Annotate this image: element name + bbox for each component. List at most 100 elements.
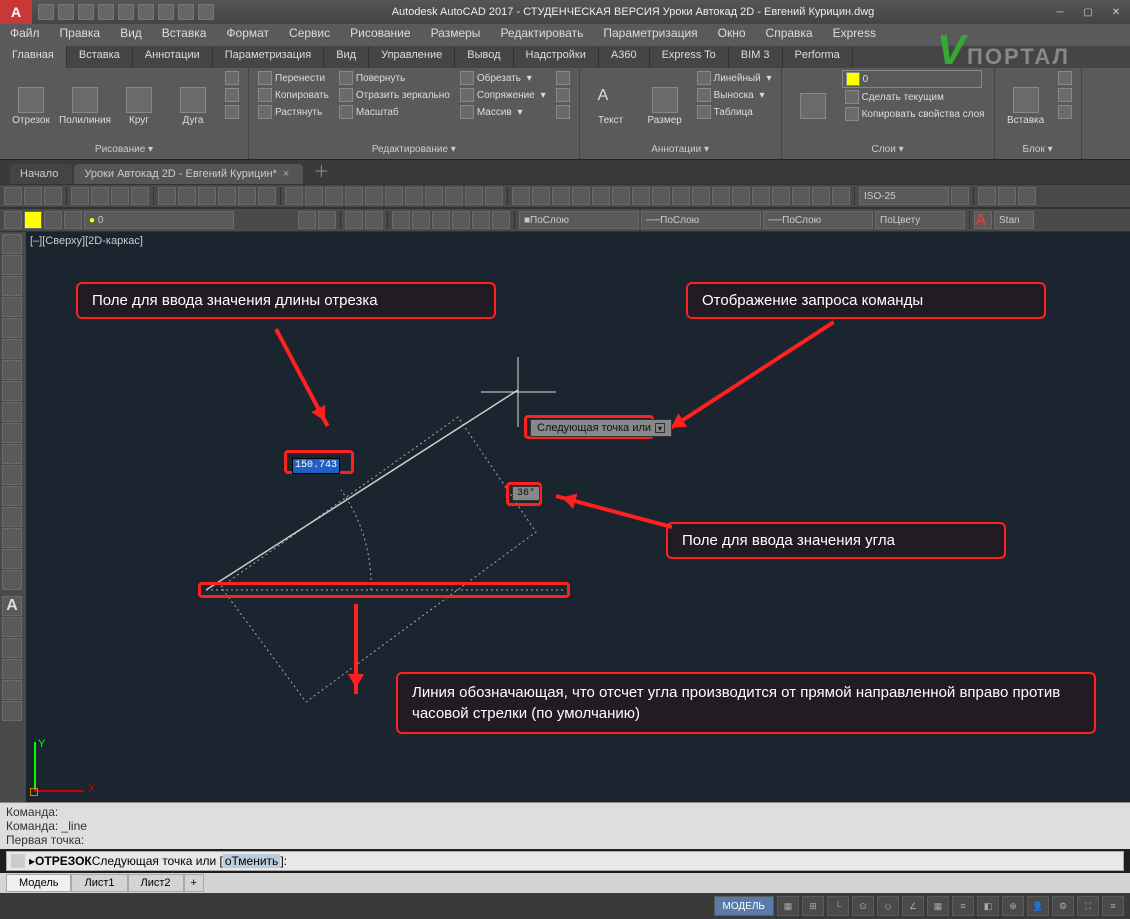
layout2-tab[interactable]: Лист2 bbox=[128, 874, 184, 892]
tbtn[interactable] bbox=[951, 187, 969, 205]
tbtn[interactable] bbox=[452, 211, 470, 229]
draw-small-2[interactable] bbox=[222, 87, 242, 103]
otrack-toggle[interactable]: ∠ bbox=[902, 896, 924, 916]
tbtn[interactable] bbox=[198, 187, 216, 205]
tbtn[interactable] bbox=[285, 187, 303, 205]
sb-btn[interactable]: ⛶ bbox=[1077, 896, 1099, 916]
tbtn[interactable] bbox=[672, 187, 690, 205]
palette-btn[interactable] bbox=[2, 297, 22, 317]
tbtn[interactable]: A bbox=[974, 211, 992, 229]
color-combo[interactable]: ■ ПоСлою bbox=[519, 211, 639, 229]
tbtn[interactable] bbox=[632, 187, 650, 205]
snap-toggle[interactable]: ⊞ bbox=[802, 896, 824, 916]
tab-home[interactable]: Главная bbox=[0, 46, 67, 68]
tbtn[interactable] bbox=[325, 187, 343, 205]
tbtn[interactable] bbox=[345, 187, 363, 205]
palette-btn[interactable] bbox=[2, 549, 22, 569]
tbtn[interactable] bbox=[1018, 187, 1036, 205]
tbtn[interactable] bbox=[218, 187, 236, 205]
angle-input[interactable]: 36° bbox=[512, 486, 540, 501]
palette-btn[interactable] bbox=[2, 701, 22, 721]
palette-btn[interactable] bbox=[2, 381, 22, 401]
palette-btn[interactable] bbox=[2, 360, 22, 380]
viewport-label[interactable]: [–][Сверху][2D-каркас] bbox=[30, 235, 143, 247]
tbtn[interactable] bbox=[445, 187, 463, 205]
palette-btn[interactable] bbox=[2, 680, 22, 700]
tab-view[interactable]: Вид bbox=[324, 46, 369, 68]
tbtn[interactable] bbox=[64, 211, 82, 229]
trim-button[interactable]: Обрезать ▾ bbox=[457, 70, 549, 86]
qat-btn[interactable] bbox=[98, 4, 114, 20]
palette-btn[interactable] bbox=[2, 255, 22, 275]
line-button[interactable]: Отрезок bbox=[6, 70, 56, 142]
copy-button[interactable]: Копировать bbox=[255, 87, 332, 103]
qat-btn[interactable] bbox=[198, 4, 214, 20]
tbtn[interactable] bbox=[4, 187, 22, 205]
add-layout-button[interactable]: + bbox=[184, 874, 204, 892]
qat-btn[interactable] bbox=[58, 4, 74, 20]
layer-properties-button[interactable] bbox=[788, 70, 838, 142]
mod-s2[interactable] bbox=[553, 87, 573, 103]
move-button[interactable]: Перенести bbox=[255, 70, 332, 86]
close-button[interactable]: ✕ bbox=[1102, 3, 1130, 21]
qat-btn[interactable] bbox=[78, 4, 94, 20]
menu-view[interactable]: Вид bbox=[110, 24, 152, 46]
length-field[interactable] bbox=[292, 458, 340, 474]
leader-button[interactable]: Выноска ▾ bbox=[694, 87, 775, 103]
tbtn[interactable] bbox=[572, 187, 590, 205]
tbtn[interactable] bbox=[365, 187, 383, 205]
mirror-button[interactable]: Отразить зеркально bbox=[336, 87, 453, 103]
linear-dim-button[interactable]: Линейный ▾ bbox=[694, 70, 775, 86]
command-input[interactable]: ▸ ОТРЕЗОК Следующая точка или [оТменить]… bbox=[6, 851, 1124, 871]
make-current-button[interactable]: Сделать текущим bbox=[842, 89, 988, 105]
tbtn[interactable] bbox=[412, 211, 430, 229]
palette-btn[interactable] bbox=[2, 318, 22, 338]
palette-btn[interactable] bbox=[2, 465, 22, 485]
tbtn[interactable] bbox=[385, 187, 403, 205]
tbtn[interactable] bbox=[978, 187, 996, 205]
insert-block-button[interactable]: Вставка bbox=[1001, 70, 1051, 142]
palette-btn[interactable] bbox=[2, 617, 22, 637]
model-tab[interactable]: Модель bbox=[6, 874, 71, 892]
fillet-button[interactable]: Сопряжение ▾ bbox=[457, 87, 549, 103]
tbtn[interactable] bbox=[345, 211, 363, 229]
qat-btn[interactable] bbox=[178, 4, 194, 20]
tbtn[interactable] bbox=[318, 211, 336, 229]
mod-s3[interactable] bbox=[553, 104, 573, 120]
layer-combo[interactable]: 0 bbox=[842, 70, 982, 88]
text-button[interactable]: AТекст bbox=[586, 70, 636, 142]
tbtn[interactable] bbox=[832, 187, 850, 205]
tbtn[interactable] bbox=[178, 187, 196, 205]
start-tab[interactable]: Начало bbox=[10, 164, 72, 184]
draw-small-1[interactable] bbox=[222, 70, 242, 86]
copy-layer-button[interactable]: Копировать свойства слоя bbox=[842, 106, 988, 122]
tbtn[interactable] bbox=[365, 211, 383, 229]
tbtn[interactable] bbox=[405, 187, 423, 205]
sb-btn[interactable]: ⚙ bbox=[1052, 896, 1074, 916]
tbtn[interactable] bbox=[812, 187, 830, 205]
lineweight-combo[interactable]: ── ПоСлою bbox=[763, 211, 873, 229]
tbtn[interactable] bbox=[71, 187, 89, 205]
palette-btn[interactable] bbox=[2, 570, 22, 590]
circle-button[interactable]: Круг bbox=[114, 70, 164, 142]
tbtn[interactable] bbox=[712, 187, 730, 205]
menu-insert[interactable]: Вставка bbox=[152, 24, 217, 46]
tbtn[interactable] bbox=[998, 187, 1016, 205]
tab-bim[interactable]: BIM 3 bbox=[729, 46, 783, 68]
tbtn[interactable] bbox=[24, 187, 42, 205]
tbtn[interactable] bbox=[392, 211, 410, 229]
qat-btn[interactable] bbox=[138, 4, 154, 20]
rotate-button[interactable]: Повернуть bbox=[336, 70, 453, 86]
tab-annotate[interactable]: Аннотации bbox=[133, 46, 213, 68]
tbtn[interactable] bbox=[652, 187, 670, 205]
tbtn[interactable] bbox=[772, 187, 790, 205]
textstyle-combo[interactable]: Stan bbox=[994, 211, 1034, 229]
panel-title-draw[interactable]: Рисование ▾ bbox=[6, 142, 242, 157]
dimension-button[interactable]: Размер bbox=[640, 70, 690, 142]
table-button[interactable]: Таблица bbox=[694, 104, 775, 120]
model-space-button[interactable]: МОДЕЛЬ bbox=[714, 896, 774, 916]
tbtn[interactable] bbox=[44, 211, 62, 229]
lwt-toggle[interactable]: ≡ bbox=[952, 896, 974, 916]
maximize-button[interactable]: ▢ bbox=[1074, 3, 1102, 21]
layout1-tab[interactable]: Лист1 bbox=[71, 874, 127, 892]
